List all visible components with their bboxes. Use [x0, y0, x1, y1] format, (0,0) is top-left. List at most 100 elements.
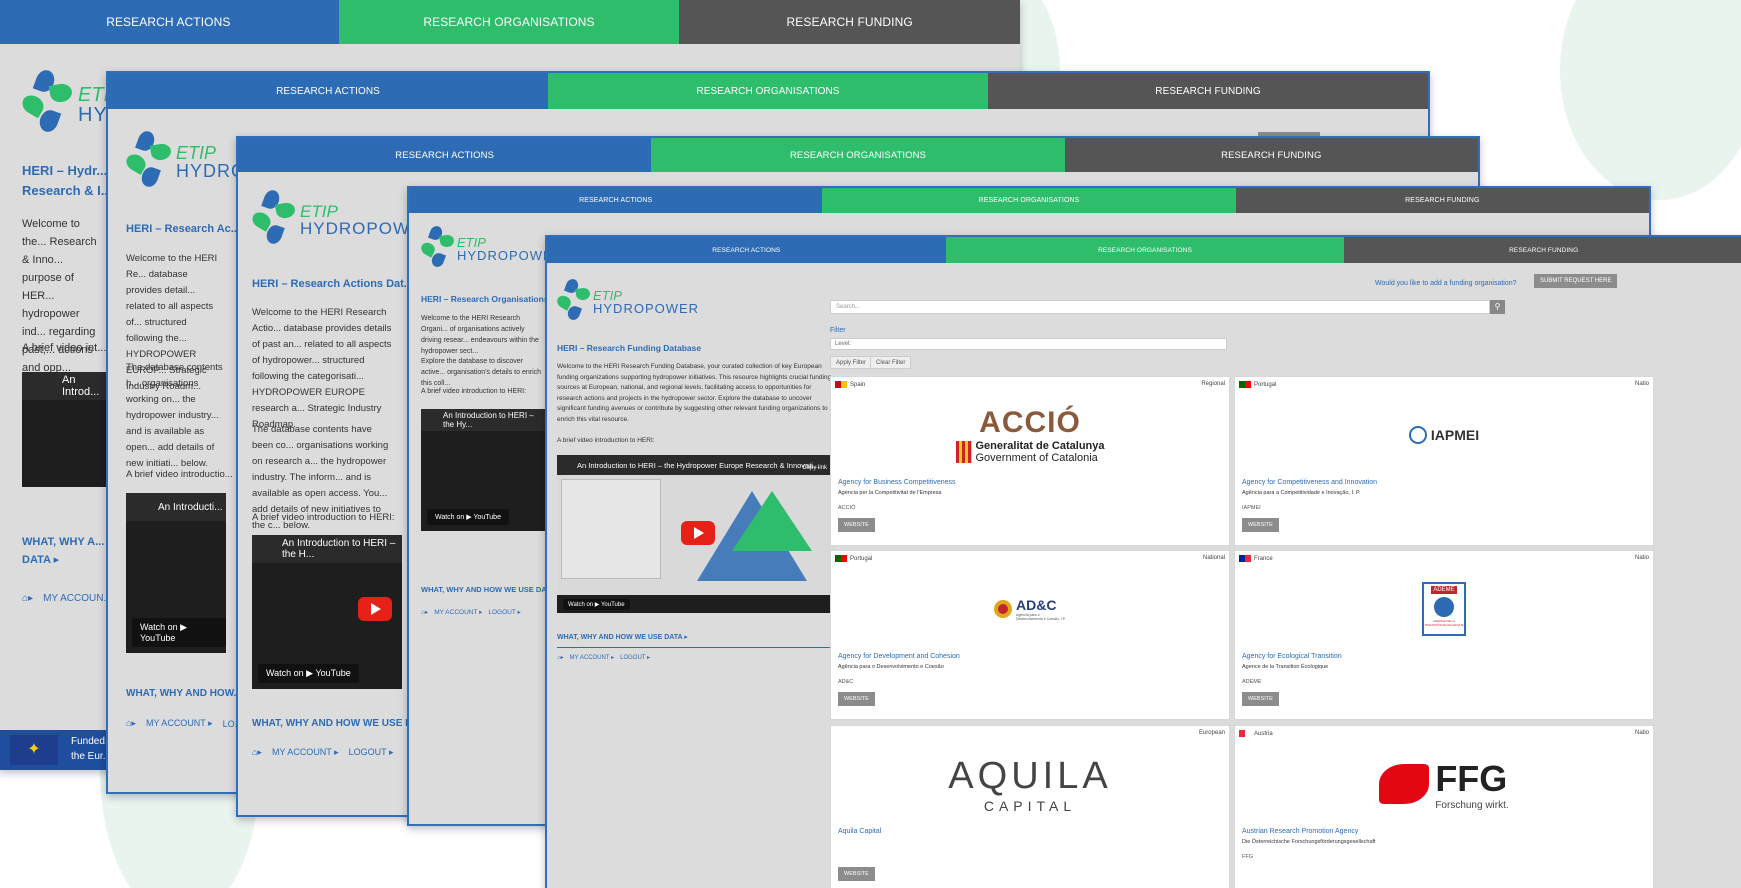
card-local-name: Agência para o Desenvolvimento e Coesão [838, 664, 944, 670]
nav-research-organisations[interactable]: RESEARCH ORGANISATIONS [548, 73, 988, 109]
youtube-button[interactable]: Watch on ▶ YouTube [563, 599, 630, 610]
card-abbreviation: FFG [1242, 854, 1253, 860]
my-account-link[interactable]: MY ACCOUNT ▸ [434, 608, 482, 616]
home-icon[interactable]: ⌂▸ [126, 718, 136, 729]
card-country: Spain [835, 381, 865, 388]
flag-icon [1239, 730, 1251, 737]
website-button[interactable]: WEBSITE [1242, 692, 1279, 706]
website-button[interactable]: WEBSITE [838, 692, 875, 706]
my-account-link[interactable]: MY ACCOUNT ▸ [272, 747, 339, 758]
ffg-tagline: Forschung wirkt. [1435, 799, 1509, 811]
page-title: HERI – Hydr... [22, 163, 108, 178]
copy-link-button[interactable]: Copy link [802, 465, 827, 471]
video-title: An Introduction to HERI – the H... [252, 535, 402, 563]
nav-research-organisations[interactable]: RESEARCH ORGANISATIONS [338, 0, 680, 44]
video-thumbnail-page [561, 479, 661, 579]
card-org-name[interactable]: Agency for Development and Cohesion [838, 653, 960, 660]
home-icon[interactable]: ⌂▸ [22, 593, 33, 604]
video-embed[interactable]: An Introd... [22, 372, 112, 487]
card-org-name[interactable]: Agency for Ecological Transition [1242, 653, 1342, 660]
add-funding-question: Would you like to add a funding organisa… [1375, 280, 1517, 287]
funding-card[interactable]: Spain Regional ACCIÓ Generalitat de Cata… [830, 376, 1230, 546]
apply-filter-button[interactable]: Apply Filter [830, 356, 873, 369]
website-button[interactable]: WEBSITE [838, 518, 875, 532]
diagram-triangle-green [732, 491, 812, 551]
funding-card[interactable]: European AQUILA CAPITAL Aquila Capital WE… [830, 725, 1230, 888]
card-org-name[interactable]: Austrian Research Promotion Agency [1242, 828, 1358, 835]
etip-logo: ETIPHYDROPOWER [554, 277, 699, 325]
nav-research-funding[interactable]: RESEARCH FUNDING [1344, 237, 1741, 263]
card-org-name[interactable]: Agency for Competitiveness and Innovatio… [1242, 479, 1377, 486]
home-icon[interactable]: ⌂▸ [252, 747, 262, 758]
nav-research-funding[interactable]: RESEARCH FUNDING [1235, 188, 1649, 213]
nav-research-funding[interactable]: RESEARCH FUNDING [988, 73, 1428, 109]
my-account-link[interactable]: MY ACCOUN... [43, 593, 112, 604]
home-icon[interactable]: ⌂▸ [421, 608, 428, 616]
youtube-button[interactable]: Watch on ▶ YouTube [132, 618, 226, 647]
card-scope: Natio [1634, 555, 1649, 561]
accio-logo: ACCIÓ [979, 406, 1081, 439]
what-why-link[interactable]: WHAT, WHY AND HOW WE USE DAT... [421, 585, 556, 594]
website-button[interactable]: WEBSITE [1242, 518, 1279, 532]
search-input[interactable]: Search... [830, 300, 1490, 314]
data-link[interactable]: DATA ▸ [22, 553, 59, 566]
card-local-name: Agence de la Transition Écologique [1242, 664, 1329, 670]
nav-research-actions[interactable]: RESEARCH ACTIONS [238, 138, 652, 172]
funding-card[interactable]: Portugal Natio IAPMEI Agency for Competi… [1234, 376, 1654, 546]
card-abbreviation: ACCIÓ [838, 505, 856, 511]
nav-research-funding[interactable]: RESEARCH FUNDING [679, 0, 1020, 44]
submit-request-button[interactable]: SUBMIT REQUEST HERE [1534, 274, 1618, 288]
adc-logo: AD&C [1016, 597, 1057, 613]
card-scope: Natio [1634, 381, 1649, 387]
catalonia-flag-icon [955, 441, 972, 463]
funding-card[interactable]: Portugal National AD&C Agência para o Des… [830, 550, 1230, 720]
what-why-link[interactable]: WHAT, WHY A... [22, 536, 104, 548]
nav-research-organisations[interactable]: RESEARCH ORGANISATIONS [945, 237, 1345, 263]
logout-link[interactable]: LOGOUT ▸ [620, 654, 650, 661]
youtube-button[interactable]: Watch on ▶ YouTube [427, 509, 509, 525]
video-hint: A brief video introduction to HERI: [557, 437, 655, 444]
video-embed[interactable]: An Introduction to HERI – the H... Watch… [252, 535, 402, 689]
card-org-name[interactable]: Agency for Business Competitiveness [838, 479, 956, 486]
intro-text-2: Explore the database to discover active.… [421, 358, 542, 387]
funding-card[interactable]: Austria Natio FFG Forschung wirkt. Austri… [1234, 725, 1654, 888]
clear-filter-button[interactable]: Clear Filter [870, 356, 912, 369]
what-why-link[interactable]: WHAT, WHY AND HOW WE USE DATA ▸ [557, 633, 688, 641]
logout-link[interactable]: LOGOUT ▸ [349, 747, 394, 758]
nav-research-actions[interactable]: RESEARCH ACTIONS [108, 73, 548, 109]
eu-flag-icon: ✦ [10, 735, 58, 765]
logo-government: Government of Catalonia [975, 452, 1098, 464]
funding-card[interactable]: France Natio ADEME AGENCE DE LA TRANSITIO… [1234, 550, 1654, 720]
level-select[interactable]: Level: [830, 338, 1227, 350]
home-icon[interactable]: ⌂▸ [557, 654, 564, 661]
youtube-button[interactable]: Watch on ▶ YouTube [258, 664, 359, 683]
nav-research-actions[interactable]: RESEARCH ACTIONS [547, 237, 946, 263]
card-logo: IAPMEI [1235, 395, 1653, 475]
what-why-link[interactable]: WHAT, WHY AND HOW... [126, 688, 242, 699]
play-icon[interactable] [681, 521, 715, 545]
nav-research-actions[interactable]: RESEARCH ACTIONS [409, 188, 823, 213]
video-title: An Introduction to HERI – the Hy... [421, 409, 546, 431]
search-icon[interactable]: ⚲ [1490, 300, 1505, 314]
video-embed[interactable]: An Introducti... Watch on ▶ YouTube [126, 493, 226, 653]
my-account-link[interactable]: MY ACCOUNT ▸ [570, 654, 614, 661]
country-label: France [1254, 555, 1273, 562]
website-button[interactable]: WEBSITE [838, 867, 875, 881]
flag-icon [1239, 555, 1251, 562]
video-embed[interactable]: An Introduction to HERI – the Hy... Watc… [421, 409, 546, 531]
my-account-link[interactable]: MY ACCOUNT ▸ [146, 718, 213, 729]
nav-research-actions[interactable]: RESEARCH ACTIONS [0, 0, 339, 44]
what-why-link[interactable]: WHAT, WHY AND HOW WE USE D... [252, 718, 421, 729]
nav-research-organisations[interactable]: RESEARCH ORGANISATIONS [822, 188, 1236, 213]
logout-link[interactable]: LOGOUT ▸ [488, 608, 520, 616]
nav-research-organisations[interactable]: RESEARCH ORGANISATIONS [651, 138, 1065, 172]
card-org-name[interactable]: Aquila Capital [838, 828, 881, 835]
video-embed[interactable]: An Introduction to HERI – the Hydropower… [557, 455, 835, 613]
play-icon[interactable] [358, 597, 392, 621]
footer-links: ⌂▸ MY ACCOUNT ▸ LOGOUT ▸ [421, 608, 521, 616]
card-logo: FFG Forschung wirkt. [1235, 744, 1653, 824]
video-hint: A brief video introduction to HERI: [421, 388, 527, 395]
logo-generalitat: Generalitat de Catalunya [975, 440, 1105, 452]
page-title: HERI – Research Ac... [126, 223, 240, 235]
nav-research-funding[interactable]: RESEARCH FUNDING [1064, 138, 1478, 172]
